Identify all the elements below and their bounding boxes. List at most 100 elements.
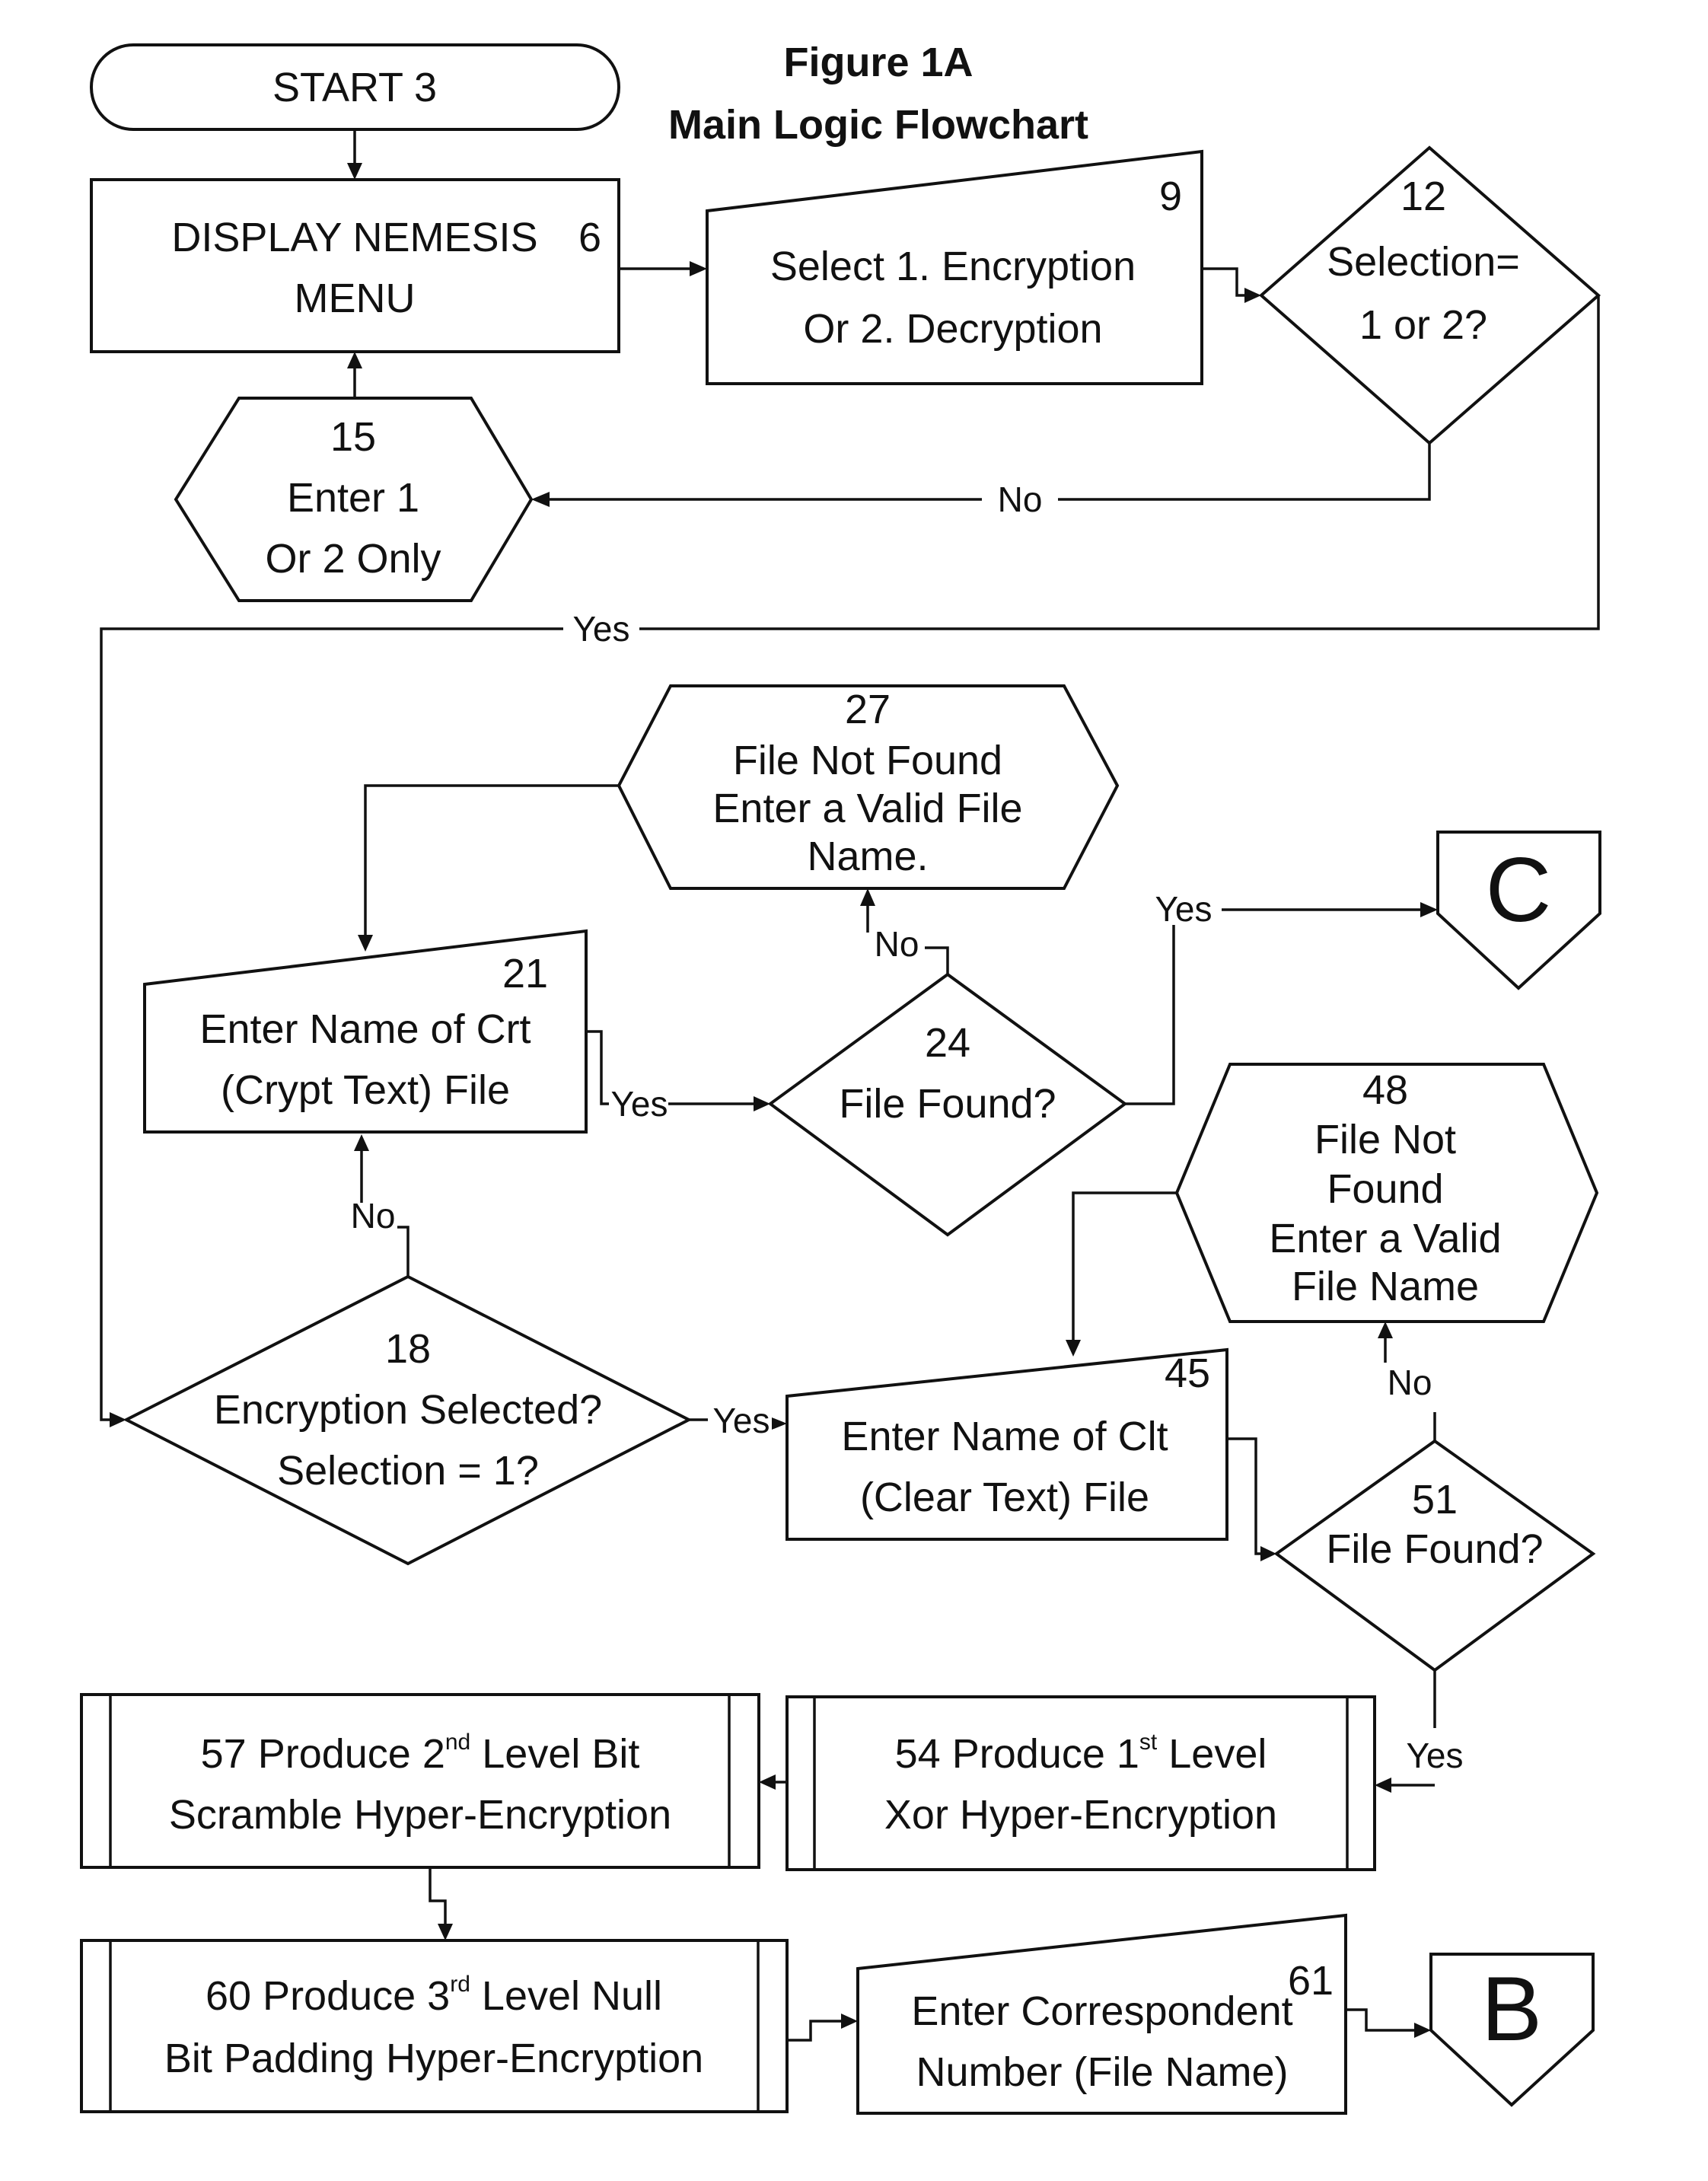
figure-label: Figure 1A bbox=[783, 40, 973, 85]
fnf48-line4: File Name bbox=[1292, 1264, 1479, 1309]
select-number: 9 bbox=[1159, 174, 1182, 219]
arrowhead bbox=[1375, 1778, 1391, 1793]
enter-only-line1: Enter 1 bbox=[287, 475, 419, 521]
edge-l3-correspondent bbox=[787, 2020, 849, 2042]
fnf27-line2: Enter a Valid File bbox=[712, 786, 1022, 831]
arrowhead bbox=[347, 163, 362, 180]
edge-label-yes: Yes bbox=[572, 609, 629, 649]
connector-b-label: B bbox=[1481, 1958, 1542, 2060]
node-enter-crt: 21 Enter Name of Crt (Crypt Text) File bbox=[143, 929, 588, 1134]
edge-encsel-no bbox=[397, 1226, 409, 1277]
arrowhead bbox=[1414, 2023, 1431, 2038]
enter-only-number: 15 bbox=[330, 414, 376, 460]
encsel-number: 18 bbox=[385, 1326, 431, 1372]
correspondent-line1: Enter Correspondent bbox=[911, 1988, 1292, 2034]
predefined-process-shape bbox=[785, 1695, 1376, 1871]
fnf27-line3: Name. bbox=[807, 834, 928, 879]
edge-fnf27-crt bbox=[364, 784, 619, 944]
node-file-found-24: 24 File Found? bbox=[767, 972, 1128, 1237]
arrowhead bbox=[1420, 902, 1438, 917]
crt-number: 21 bbox=[502, 951, 548, 996]
crt-line1: Enter Name of Crt bbox=[199, 1006, 531, 1052]
arrowhead bbox=[860, 888, 875, 906]
level3-line2: Bit Padding Hyper-Encryption bbox=[164, 2036, 703, 2081]
start-label: START 3 bbox=[272, 65, 437, 110]
arrowhead bbox=[438, 1924, 453, 1940]
edge-correspondent-b bbox=[1346, 2008, 1422, 2032]
node-enter-clt: 45 Enter Name of Clt (Clear Text) File bbox=[785, 1347, 1228, 1541]
node-level2: 57 Produce 2nd Level Bit Scramble Hyper-… bbox=[80, 1693, 760, 1869]
enter-only-line2: Or 2 Only bbox=[265, 536, 441, 582]
edge-label-no: No bbox=[351, 1196, 396, 1236]
node-start: START 3 bbox=[90, 43, 620, 131]
node-connector-b[interactable]: B bbox=[1429, 1953, 1595, 2107]
predefined-process-shape bbox=[80, 1693, 760, 1869]
arrowhead bbox=[772, 1417, 787, 1430]
node-connector-c[interactable]: C bbox=[1436, 831, 1601, 990]
correspondent-line2: Number (File Name) bbox=[916, 2049, 1288, 2095]
ff51-number: 51 bbox=[1412, 1477, 1458, 1523]
arrowhead bbox=[690, 261, 707, 276]
edge-label-yes: Yes bbox=[1406, 1736, 1463, 1775]
arrowhead bbox=[1244, 288, 1261, 303]
edge-label-no: No bbox=[1388, 1363, 1432, 1402]
ff51-line1: File Found? bbox=[1326, 1526, 1543, 1572]
level3-line1: 60 Produce 3rd Level Null bbox=[206, 1972, 662, 2019]
level2-line2: Scramble Hyper-Encryption bbox=[169, 1792, 671, 1838]
node-level3: 60 Produce 3rd Level Null Bit Padding Hy… bbox=[80, 1939, 789, 2113]
encsel-line2: Selection = 1? bbox=[277, 1448, 539, 1494]
select-line1: Select 1. Encryption bbox=[770, 244, 1136, 289]
edge-label-yes: Yes bbox=[1155, 889, 1212, 929]
arrowhead bbox=[358, 935, 373, 952]
arrowhead bbox=[759, 1774, 776, 1790]
node-enter-correspondent: 61 Enter Correspondent Number (File Name… bbox=[856, 1913, 1347, 2115]
level1-line2: Xor Hyper-Encryption bbox=[884, 1792, 1277, 1838]
fnf48-line3: Enter a Valid bbox=[1269, 1216, 1501, 1261]
figure-title: Main Logic Flowchart bbox=[668, 102, 1088, 148]
arrowhead bbox=[1378, 1322, 1393, 1338]
encsel-line1: Encryption Selected? bbox=[214, 1387, 602, 1433]
node-enter-only: 15 Enter 1 Or 2 Only bbox=[174, 397, 534, 602]
edge-label-yes: Yes bbox=[610, 1084, 668, 1124]
edge-label-no: No bbox=[998, 480, 1043, 519]
fnf27-number: 27 bbox=[845, 687, 891, 732]
node-display-menu: DISPLAY NEMESIS 6 MENU bbox=[90, 178, 620, 353]
node-selection-check: 12 Selection= 1 or 2? bbox=[1258, 145, 1601, 445]
level1-line1: 54 Produce 1st Level bbox=[895, 1730, 1267, 1777]
node-encryption-selected: 18 Encryption Selected? Selection = 1? bbox=[123, 1274, 693, 1566]
connector-c-label: C bbox=[1486, 839, 1552, 941]
selection-line2: 1 or 2? bbox=[1359, 302, 1487, 348]
edge-l2-l3 bbox=[429, 1867, 447, 1931]
select-line2: Or 2. Decryption bbox=[803, 306, 1102, 352]
edge-selection-no bbox=[1058, 443, 1431, 501]
edge-label-yes: Yes bbox=[712, 1401, 770, 1440]
flowchart-canvas: Figure 1A Main Logic Flowchart No Yes No… bbox=[80, 40, 1601, 2115]
ff24-number: 24 bbox=[925, 1020, 970, 1066]
clt-line1: Enter Name of Clt bbox=[841, 1414, 1168, 1459]
level2-line1: 57 Produce 2nd Level Bit bbox=[201, 1730, 640, 1777]
edge-ff24-yes bbox=[1125, 925, 1175, 1105]
node-file-not-found-48: 48 File Not Found Enter a Valid File Nam… bbox=[1174, 1063, 1599, 1323]
node-file-not-found-27: 27 File Not Found Enter a Valid File Nam… bbox=[617, 684, 1120, 890]
correspondent-number: 61 bbox=[1288, 1958, 1334, 2004]
ff24-line1: File Found? bbox=[839, 1081, 1056, 1127]
edge-ff24-no bbox=[925, 946, 949, 974]
clt-number: 45 bbox=[1165, 1350, 1210, 1396]
fnf48-number: 48 bbox=[1362, 1067, 1408, 1113]
node-select: 9 Select 1. Encryption Or 2. Decryption bbox=[706, 149, 1203, 385]
display-menu-line1: DISPLAY NEMESIS bbox=[171, 215, 537, 260]
edge-label-no: No bbox=[875, 924, 919, 964]
crt-line2: (Crypt Text) File bbox=[221, 1067, 510, 1113]
arrowhead bbox=[531, 492, 550, 507]
node-level1: 54 Produce 1st Level Xor Hyper-Encryptio… bbox=[785, 1695, 1376, 1871]
node-file-found-51: 51 File Found? bbox=[1273, 1439, 1596, 1672]
arrowhead bbox=[354, 1134, 369, 1151]
arrowhead bbox=[347, 352, 362, 368]
fnf48-line1: File Not bbox=[1314, 1117, 1456, 1162]
edge-fnf48-clt bbox=[1072, 1191, 1177, 1347]
arrowhead bbox=[1066, 1340, 1081, 1357]
fnf48-line2: Found bbox=[1327, 1166, 1443, 1212]
edge-crt-yes bbox=[586, 1030, 609, 1105]
edge-clt-ff51 bbox=[1227, 1437, 1268, 1555]
fnf27-line1: File Not Found bbox=[733, 738, 1002, 783]
